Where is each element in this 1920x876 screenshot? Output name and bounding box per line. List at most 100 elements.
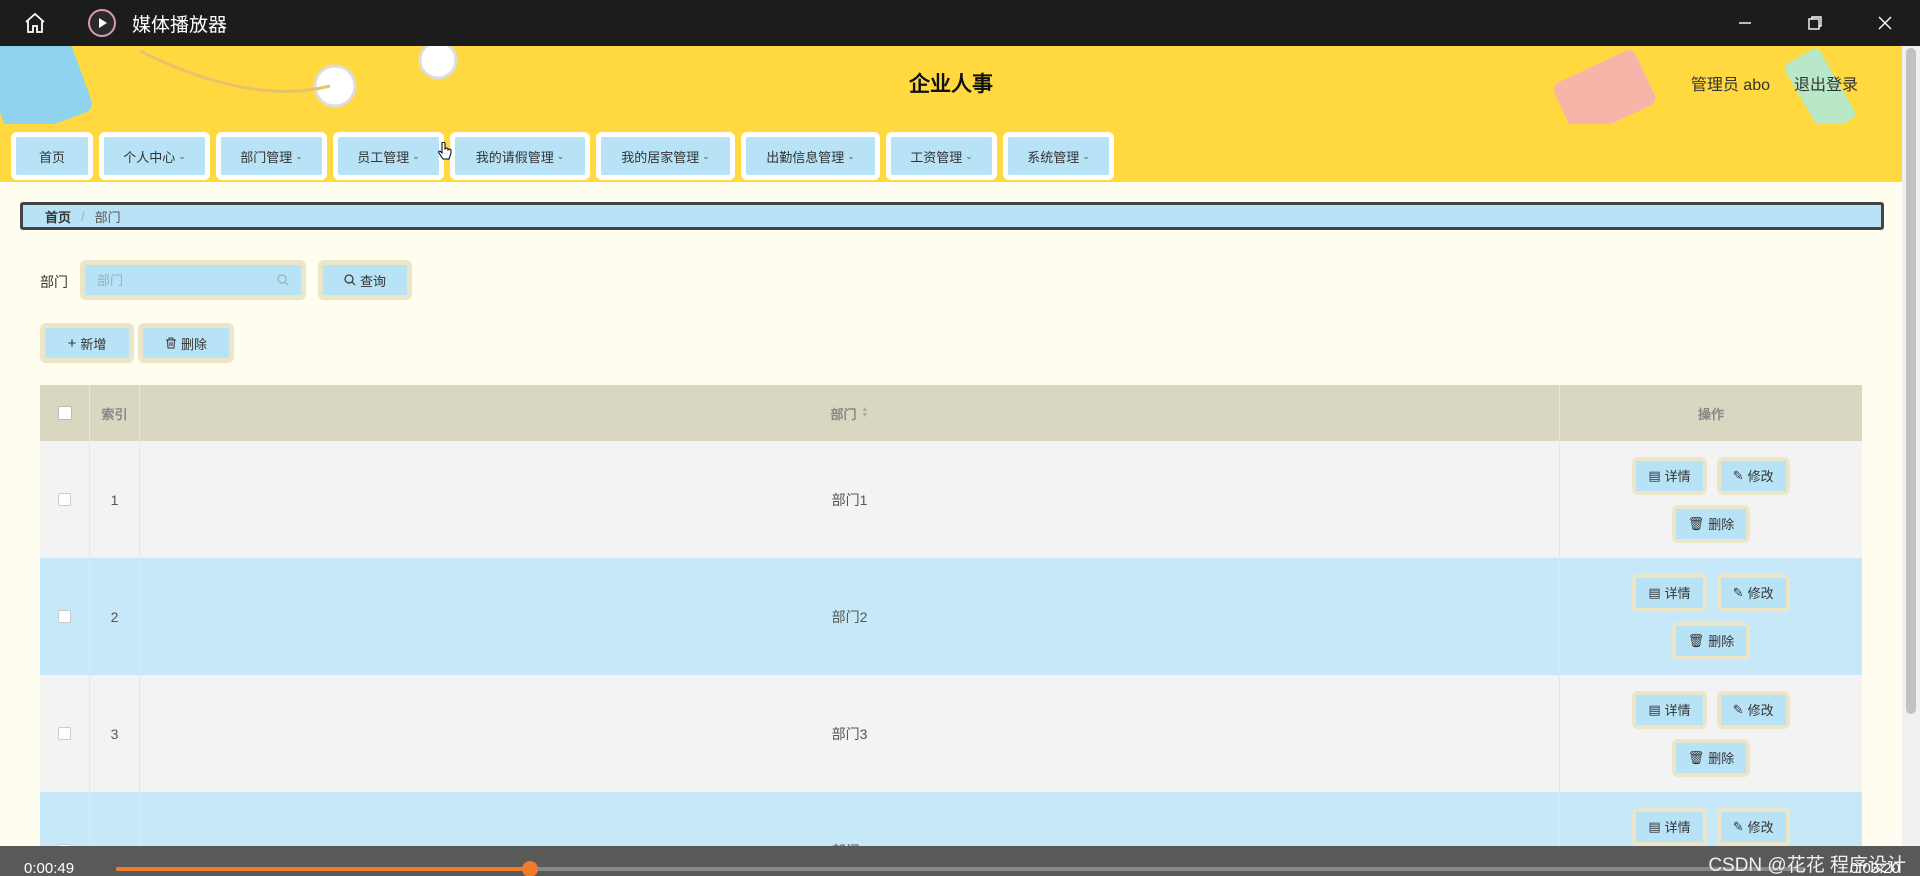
row-dept: 部门2 (140, 558, 1560, 675)
nav-item-label: 我的请假管理 (475, 149, 554, 165)
total-time: 0:03:20 (1849, 860, 1900, 876)
home-icon[interactable] (0, 0, 70, 46)
detail-button[interactable]: ▤ 详情 (1632, 456, 1707, 495)
media-player-icon (88, 9, 116, 37)
edit-button-label: 修改 (1747, 820, 1774, 835)
edit-button[interactable]: ✎ 修改 (1716, 573, 1790, 612)
table-row: 4 部门4 ▤详情 ✎修改 🗑删除 (40, 792, 1862, 846)
edit-button[interactable]: ✎ 修改 (1716, 690, 1790, 729)
nav-item-salary[interactable]: 工资管理 ⌄ (886, 132, 997, 180)
edit-button-label: 修改 (1747, 586, 1774, 601)
table-header: 索引 部门 ▲ ▼ 操作 (40, 385, 1862, 441)
header-index: 索引 (90, 385, 140, 441)
minimize-button[interactable] (1710, 0, 1780, 46)
trash-icon (165, 337, 176, 349)
breadcrumb-home[interactable]: 首页 (45, 207, 71, 226)
query-button-label: 查询 (359, 273, 386, 289)
pencil-icon: ✎ (1732, 584, 1744, 600)
department-table: 索引 部门 ▲ ▼ 操作 1 部门1 ▤ 详情 ✎ 修改 🗑 删除 2 部门2 ▤ 详情 … (40, 385, 1862, 846)
seek-bar[interactable] (116, 861, 1806, 876)
edit-button[interactable]: ✎ 修改 (1716, 456, 1790, 495)
edit-button[interactable]: ✎ 修改 (1716, 807, 1790, 846)
chevron-down-icon: ⌄ (847, 150, 855, 161)
seek-bar-progress (116, 867, 531, 871)
row-index: 1 (90, 441, 140, 558)
nav-item-system[interactable]: 系统管理 ⌄ (1003, 132, 1114, 180)
chevron-down-icon: ⌄ (295, 150, 303, 161)
detail-button[interactable]: ▤ 详情 (1632, 573, 1707, 612)
search-label: 部门 (40, 274, 68, 290)
sort-icon[interactable]: ▲ ▼ (862, 406, 869, 419)
detail-button-label: 详情 (1664, 469, 1691, 484)
detail-button-label: 详情 (1664, 586, 1691, 601)
search-input[interactable] (97, 272, 257, 288)
nav-item-attendance[interactable]: 出勤信息管理 ⌄ (741, 132, 880, 180)
select-all-checkbox[interactable] (57, 406, 72, 420)
logout-link[interactable]: 退出登录 (1794, 71, 1858, 95)
nav-item-label: 部门管理 (240, 149, 293, 165)
delete-button[interactable]: 🗑 删除 (1671, 504, 1751, 543)
search-field (80, 260, 306, 300)
document-icon: ▤ (1648, 584, 1661, 600)
delete-button-label: 删除 (180, 336, 207, 352)
nav-item-remote-work[interactable]: 我的居家管理 ⌄ (596, 132, 735, 180)
nav-item-label: 系统管理 (1027, 149, 1080, 165)
pencil-icon: ✎ (1732, 701, 1744, 717)
delete-button[interactable]: 🗑 删除 (1671, 738, 1751, 777)
current-user: 管理员 abo (1690, 77, 1770, 94)
breadcrumb-separator: / (81, 208, 85, 224)
row-index: 4 (90, 792, 140, 846)
chevron-down-icon: ⌄ (1082, 150, 1090, 161)
row-index: 2 (90, 558, 140, 675)
scrollbar-thumb[interactable] (1906, 48, 1916, 714)
nav-item-label: 首页 (38, 149, 65, 165)
add-button[interactable]: + 新增 (40, 323, 134, 363)
nav-item-employee[interactable]: 员工管理 ⌄ (333, 132, 444, 180)
row-checkbox[interactable] (58, 727, 71, 740)
query-button[interactable]: 查询 (318, 260, 412, 300)
detail-button-label: 详情 (1664, 703, 1691, 718)
table-row: 3 部门3 ▤ 详情 ✎ 修改 🗑 删除 (40, 675, 1862, 792)
row-dept: 部门1 (140, 441, 1560, 558)
row-dept: 部门3 (140, 675, 1560, 792)
nav-item-home[interactable]: 首页 (11, 132, 93, 180)
row-dept: 部门4 (140, 792, 1560, 846)
pencil-icon: ✎ (1732, 818, 1744, 834)
header-dept[interactable]: 部门 ▲ ▼ (140, 385, 1560, 441)
close-button[interactable] (1850, 0, 1920, 46)
delete-button-label: 删除 (1708, 751, 1735, 766)
search-icon (344, 274, 356, 286)
nav-item-department[interactable]: 部门管理 ⌄ (216, 132, 327, 180)
trash-icon: 🗑 (1687, 515, 1705, 531)
table-row: 2 部门2 ▤ 详情 ✎ 修改 🗑 删除 (40, 558, 1862, 675)
plus-icon: + (67, 334, 77, 352)
breadcrumb-current: 部门 (94, 209, 121, 225)
chevron-down-icon: ⌄ (412, 150, 420, 161)
chevron-down-icon: ⌄ (965, 150, 973, 161)
restore-button[interactable] (1780, 0, 1850, 46)
header-dept-label: 部门 (830, 406, 857, 422)
player-controls: 0:00:49 CSDN @花花 程序设计 0:03:20 (0, 846, 1920, 876)
row-checkbox[interactable] (58, 610, 71, 623)
delete-button-label: 删除 (1708, 634, 1735, 649)
app-viewport: 企业人事 管理员 abo 退出登录 首页 个人中心 ⌄ 部门管理 ⌄ 员工管理 ⌄ 我… (0, 46, 1902, 846)
table-row: 1 部门1 ▤ 详情 ✎ 修改 🗑 删除 (40, 441, 1862, 558)
detail-button[interactable]: ▤ 详情 (1632, 690, 1707, 729)
nav-item-label: 出勤信息管理 (766, 149, 845, 165)
edit-button-label: 修改 (1747, 703, 1774, 718)
nav-item-personal[interactable]: 个人中心 ⌄ (99, 132, 210, 180)
detail-button[interactable]: ▤ 详情 (1632, 807, 1707, 846)
batch-delete-button[interactable]: 删除 (138, 323, 234, 363)
vertical-scrollbar[interactable] (1902, 46, 1920, 846)
nav-item-leave[interactable]: 我的请假管理 ⌄ (450, 132, 590, 180)
add-button-label: 新增 (80, 336, 107, 352)
nav-item-label: 员工管理 (357, 149, 410, 165)
delete-button-label: 删除 (1708, 517, 1735, 532)
main-nav: 首页 个人中心 ⌄ 部门管理 ⌄ 员工管理 ⌄ 我的请假管理 ⌄ 我的居家管理 ⌄ 出勤信… (0, 124, 1902, 182)
document-icon: ▤ (1648, 818, 1661, 834)
nav-item-label: 我的居家管理 (621, 149, 700, 165)
hand-cursor-icon (438, 142, 452, 160)
row-checkbox[interactable] (58, 493, 71, 506)
seek-bar-handle[interactable] (522, 861, 539, 876)
delete-button[interactable]: 🗑 删除 (1671, 621, 1751, 660)
